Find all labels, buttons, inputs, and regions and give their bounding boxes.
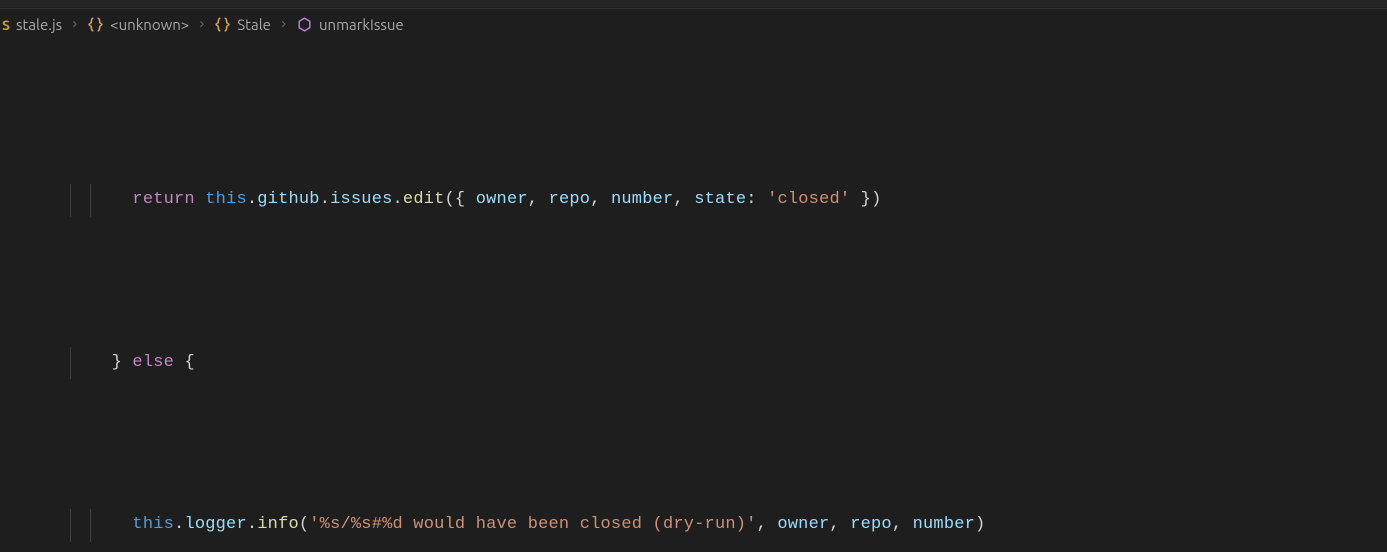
namespace-icon	[87, 16, 104, 33]
breadcrumb-file[interactable]: S stale.js	[2, 16, 62, 33]
breadcrumb-item-label: <unknown>	[110, 16, 189, 33]
tab-bar	[0, 0, 1387, 8]
code-body[interactable]: return this.github.issues.edit({ owner, …	[70, 40, 985, 552]
code-line: return this.github.issues.edit({ owner, …	[70, 184, 985, 217]
gutter	[0, 40, 70, 552]
code-line: } else {	[70, 347, 985, 380]
method-icon	[296, 16, 313, 33]
code-line: this.logger.info('%s/%s#%d would have be…	[70, 509, 985, 542]
breadcrumb-unknown[interactable]: <unknown>	[87, 16, 189, 33]
breadcrumb[interactable]: S stale.js › <unknown> › Stale › unmarkI…	[0, 8, 1387, 40]
breadcrumb-sep-icon: ›	[273, 16, 294, 33]
namespace-icon	[214, 16, 231, 33]
js-file-icon: S	[2, 17, 10, 33]
breadcrumb-item-label: unmarkIssue	[319, 16, 404, 33]
breadcrumb-unmarkissue[interactable]: unmarkIssue	[296, 16, 404, 33]
breadcrumb-item-label: Stale	[237, 16, 271, 33]
breadcrumb-sep-icon: ›	[191, 16, 212, 33]
code-editor[interactable]: return this.github.issues.edit({ owner, …	[0, 40, 1387, 552]
breadcrumb-file-label: stale.js	[16, 16, 62, 33]
breadcrumb-sep-icon: ›	[64, 16, 85, 33]
breadcrumb-stale[interactable]: Stale	[214, 16, 271, 33]
